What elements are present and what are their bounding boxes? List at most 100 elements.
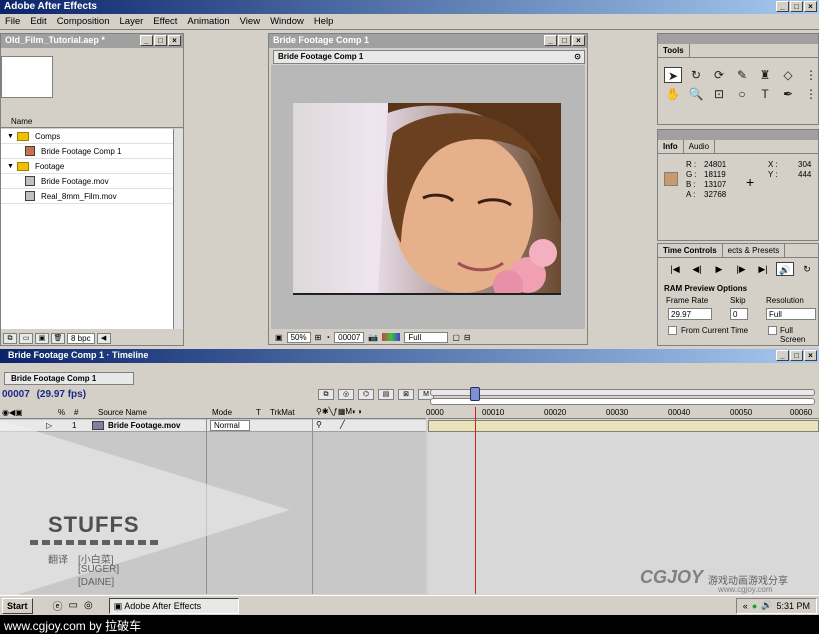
snapshot-icon[interactable]: 📷 <box>368 333 378 342</box>
disclosure-triangle-icon[interactable]: ▼ <box>7 163 14 170</box>
hand-tool-icon[interactable]: ✋ <box>664 86 682 102</box>
rotation-tool-icon[interactable]: ↻ <box>687 67 705 83</box>
type-tool-icon[interactable]: T <box>756 86 774 102</box>
menu-file[interactable]: File <box>0 14 25 29</box>
menu-effect[interactable]: Effect <box>148 14 182 29</box>
layer-duration-bar[interactable] <box>428 420 819 432</box>
current-time-indicator-head[interactable] <box>470 387 480 401</box>
list-item[interactable]: ▼ Footage <box>1 159 173 174</box>
list-item[interactable]: Bride Footage Comp 1 <box>1 144 173 159</box>
skip-field[interactable]: 0 <box>730 308 748 320</box>
project-scrollbar[interactable] <box>173 129 183 329</box>
layer-switch-icon[interactable]: ⚲ <box>316 420 322 429</box>
timeline-track-area[interactable] <box>428 407 819 594</box>
frame-blending-icon[interactable]: ▤ <box>378 389 394 400</box>
trash-icon[interactable]: 🗑 <box>51 332 65 344</box>
mode-header[interactable]: Mode <box>212 408 232 417</box>
tab-time-controls[interactable]: Time Controls <box>658 244 723 257</box>
orbit-camera-tool-icon[interactable]: ⟳ <box>710 67 728 83</box>
timeline-current-time[interactable]: 00007 (29.97 fps) <box>2 389 86 400</box>
maximize-button[interactable]: □ <box>790 1 803 12</box>
bpc-toggle[interactable]: 8 bpc <box>67 332 95 344</box>
live-update-icon[interactable]: ◎ <box>338 389 354 400</box>
motion-blur-icon[interactable]: ⊠ <box>398 389 414 400</box>
project-minimize-button[interactable]: _ <box>140 35 153 46</box>
comp-close-button[interactable]: × <box>572 35 585 46</box>
pan-behind-tool-icon[interactable]: ⊡ <box>710 86 728 102</box>
comp-flowchart-icon[interactable]: ⧉ <box>318 389 334 400</box>
timeline-minimize-button[interactable]: _ <box>776 350 789 361</box>
tab-tools[interactable]: Tools <box>658 44 690 57</box>
close-button[interactable]: × <box>804 1 817 12</box>
trkmat-header[interactable]: TrkMat <box>270 408 295 417</box>
tab-info[interactable]: Info <box>658 140 684 153</box>
quicklaunch-media-icon[interactable]: ◎ <box>84 600 93 611</box>
list-item[interactable]: Real_8mm_Film.mov <box>1 189 173 204</box>
project-column-header[interactable]: Name <box>1 116 183 128</box>
quicklaunch-ie-icon[interactable]: ⓔ <box>53 598 63 613</box>
comp-tab[interactable]: Bride Footage Comp 1 ⊙ <box>273 50 585 64</box>
always-preview-icon[interactable]: ▣ <box>275 333 283 342</box>
t-header[interactable]: T <box>256 408 261 417</box>
layer-quality-icon[interactable]: ╱ <box>340 420 345 429</box>
list-item[interactable]: Bride Footage.mov <box>1 174 173 189</box>
menu-layer[interactable]: Layer <box>115 14 149 29</box>
menu-view[interactable]: View <box>235 14 265 29</box>
region-of-interest-icon[interactable]: ▢ <box>452 333 460 342</box>
audio-icon[interactable]: 🔊 <box>776 262 794 276</box>
tray-volume-icon[interactable]: 🔊 <box>761 600 772 611</box>
last-frame-icon[interactable]: ▶| <box>754 262 772 276</box>
transparency-grid-icon[interactable]: ⊟ <box>464 333 471 342</box>
pen-tool-icon[interactable]: ✒ <box>779 86 797 102</box>
project-maximize-button[interactable]: □ <box>154 35 167 46</box>
brush-tool-icon[interactable]: ✎ <box>733 67 751 83</box>
clone-stamp-tool-icon[interactable]: ♜ <box>756 67 774 83</box>
new-folder-icon[interactable]: ▭ <box>19 332 33 344</box>
comp-minimize-button[interactable]: _ <box>544 35 557 46</box>
menu-window[interactable]: Window <box>265 14 309 29</box>
tools-extra-2-icon[interactable]: ⋮ <box>802 86 819 102</box>
menu-animation[interactable]: Animation <box>182 14 234 29</box>
zoom-select[interactable]: 50% <box>286 331 311 343</box>
tools-extra-icon[interactable]: ⋮ <box>802 67 819 83</box>
current-time-field[interactable]: 00007 <box>334 331 365 343</box>
source-name-header[interactable]: Source Name <box>98 408 147 417</box>
from-current-time-checkbox[interactable] <box>668 326 677 335</box>
tab-effects-presets[interactable]: ects & Presets <box>723 244 786 257</box>
menu-edit[interactable]: Edit <box>25 14 51 29</box>
time-ruler[interactable]: 0000 00010 00020 00030 00040 00050 00060 <box>426 407 819 419</box>
ellipse-mask-tool-icon[interactable]: ○ <box>733 86 751 102</box>
tray-network-icon[interactable]: ● <box>752 601 757 611</box>
selection-tool-icon[interactable]: ➤ <box>664 67 682 83</box>
new-comp-icon[interactable]: ▣ <box>35 332 49 344</box>
time-navigator[interactable] <box>430 398 815 405</box>
frame-rate-select[interactable]: 29.97 <box>668 308 712 320</box>
first-frame-icon[interactable]: |◀ <box>666 262 684 276</box>
disclosure-triangle-icon[interactable]: ▼ <box>7 133 14 140</box>
safe-zones-icon[interactable]: ⊞ <box>315 333 322 342</box>
work-area-bar[interactable] <box>430 389 815 396</box>
play-icon[interactable]: ▶ <box>710 262 728 276</box>
loop-icon[interactable]: ↻ <box>798 262 816 276</box>
full-screen-checkbox[interactable] <box>768 326 777 335</box>
rgb-channels-icon[interactable] <box>382 333 401 341</box>
menu-help[interactable]: Help <box>309 14 339 29</box>
interpret-footage-icon[interactable]: ⧉ <box>3 332 17 344</box>
resolution-select[interactable]: Full <box>766 308 816 320</box>
timeline-tab[interactable]: Bride Footage Comp 1 <box>4 372 134 385</box>
resolution-select[interactable]: Full <box>404 331 449 343</box>
eraser-tool-icon[interactable]: ◇ <box>779 67 797 83</box>
menu-composition[interactable]: Composition <box>52 14 115 29</box>
project-close-button[interactable]: × <box>168 35 181 46</box>
draft-3d-icon[interactable]: ⌬ <box>358 389 374 400</box>
quicklaunch-desktop-icon[interactable]: ▭ <box>69 600 78 611</box>
timeline-maximize-button[interactable]: □ <box>790 350 803 361</box>
mask-icon[interactable]: ◔ <box>325 333 330 342</box>
minimize-button[interactable]: _ <box>776 1 789 12</box>
panel-menu-icon[interactable]: ⊙ <box>574 52 581 61</box>
scroll-left-icon[interactable]: ◀ <box>96 332 111 344</box>
list-item[interactable]: ▼ Comps <box>1 129 173 144</box>
tray-expand-icon[interactable]: « <box>743 601 748 611</box>
comp-maximize-button[interactable]: □ <box>558 35 571 46</box>
taskbar-task-after-effects[interactable]: ▣ Adobe After Effects <box>108 597 239 614</box>
